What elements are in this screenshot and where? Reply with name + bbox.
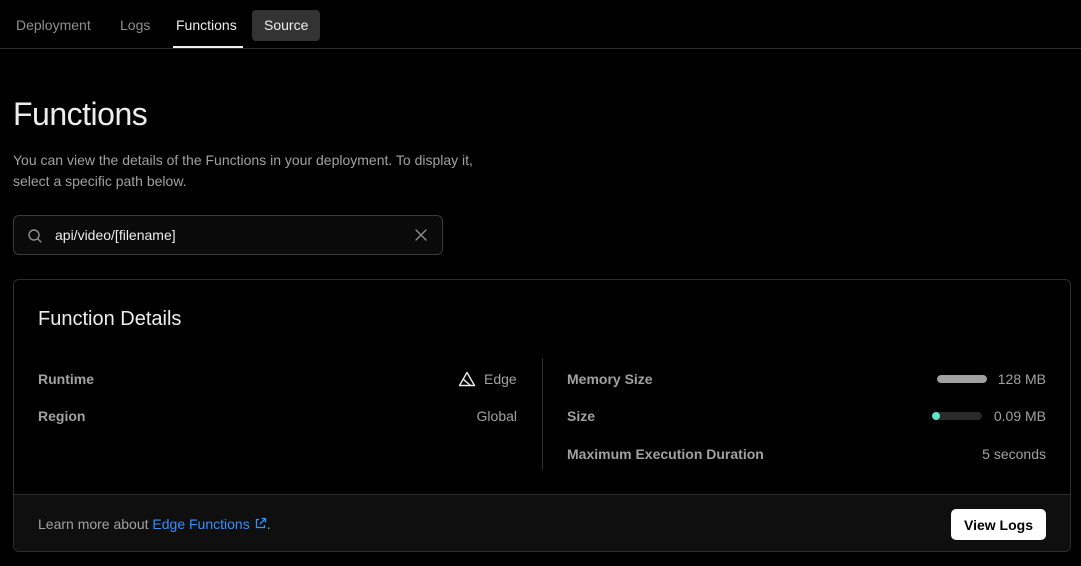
memory-size-bar (937, 375, 987, 383)
size-bar-fill (932, 412, 940, 420)
size-value: 0.09 MB (993, 408, 1046, 424)
max-duration-label: Maximum Execution Duration (567, 446, 764, 462)
search-icon (28, 229, 42, 243)
page-title: Functions (13, 96, 148, 132)
card-title: Function Details (38, 308, 182, 330)
tab-deployment[interactable]: Deployment (4, 10, 103, 41)
size-label: Size (567, 408, 596, 424)
column-divider (542, 358, 543, 470)
page-description: You can view the details of the Function… (13, 152, 473, 189)
top-tab-bar: Deployment Logs Functions Source (0, 0, 1081, 49)
view-logs-button[interactable]: View Logs (951, 509, 1046, 540)
learn-more-text: Learn more about Edge Functions . (38, 516, 271, 532)
active-tab-indicator (173, 46, 243, 48)
path-search[interactable] (13, 215, 443, 255)
edge-runtime-icon (458, 371, 476, 387)
tab-functions[interactable]: Functions (164, 10, 249, 41)
runtime-value: Edge (484, 371, 517, 387)
external-link-icon[interactable] (254, 517, 267, 530)
memory-size-label: Memory Size (567, 371, 653, 387)
memory-size-bar-fill (937, 375, 987, 383)
size-bar (932, 412, 982, 420)
tab-source[interactable]: Source (252, 10, 321, 41)
edge-functions-link[interactable]: Edge Functions (152, 516, 266, 532)
learn-more-suffix: . (266, 516, 271, 532)
tab-logs[interactable]: Logs (108, 10, 162, 41)
region-label: Region (38, 408, 86, 424)
learn-more-prefix: Learn more about (38, 516, 153, 532)
memory-size-value: 128 MB (997, 371, 1046, 387)
search-input[interactable] (55, 216, 395, 254)
max-duration-value: 5 seconds (982, 446, 1046, 462)
close-icon[interactable] (414, 228, 428, 242)
region-value: Global (476, 408, 517, 424)
edge-functions-link-label[interactable]: Edge Functions (152, 516, 249, 532)
function-details-card: Function Details Runtime Edge Region Glo… (13, 279, 1071, 552)
card-footer: Learn more about Edge Functions . View L… (14, 494, 1070, 551)
runtime-label: Runtime (38, 371, 94, 387)
